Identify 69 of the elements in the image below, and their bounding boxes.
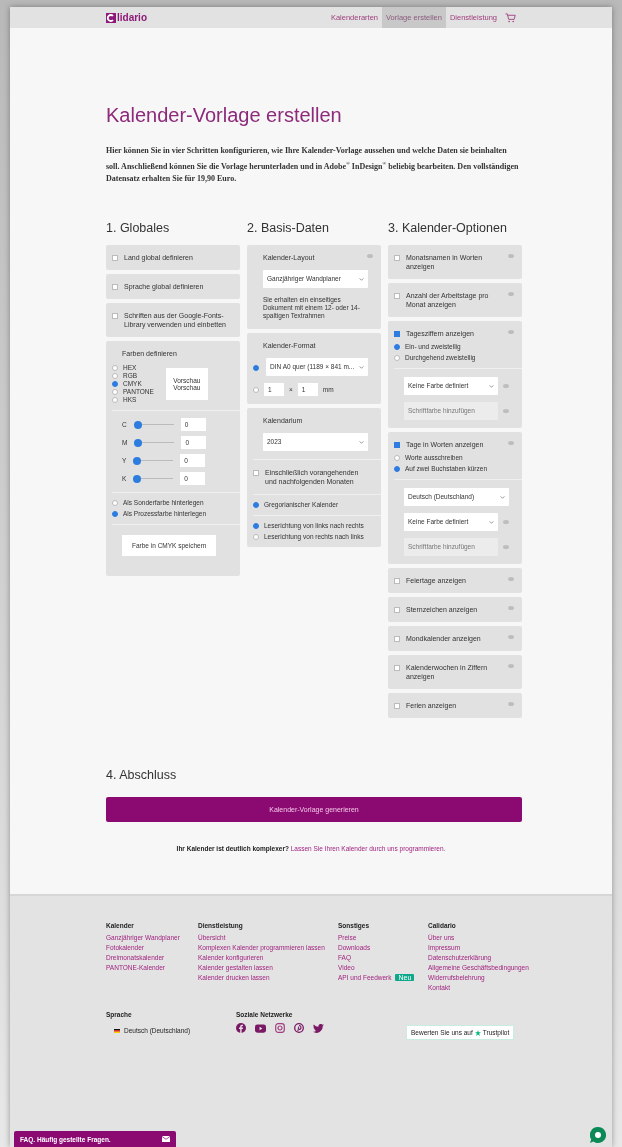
intro-text: Hier können Sie in vier Schritten konfigurieren, wie Ihre Kalender-Vorlage aussehen und welche Daten sie beinhalten soll. Anschließend können Sie die Vorlage herunterladen und in Adobe$^{®}$ InDesign$^{®}$ beliebig bearbeiten. Den vollständigen Datensatz erhalten Sie für 19,90 Euro. — [106, 145, 520, 185]
section-heading: 1. Globales — [106, 221, 171, 236]
chevron-icon — [359, 440, 364, 444]
radio-button[interactable] — [253, 387, 259, 394]
slider-thumb[interactable] — [133, 474, 142, 483]
checkbox[interactable] — [394, 635, 400, 642]
radio-button[interactable] — [394, 466, 400, 473]
eye-icon[interactable] — [508, 702, 514, 707]
eye-icon[interactable] — [508, 292, 514, 297]
radio-button[interactable] — [253, 364, 259, 371]
checkbox[interactable] — [394, 441, 400, 448]
eye-icon[interactable] — [508, 606, 514, 611]
pin-icon[interactable] — [294, 1023, 304, 1034]
eye-icon[interactable] — [367, 254, 373, 259]
eye-icon[interactable] — [508, 254, 514, 259]
slider-thumb[interactable] — [133, 420, 142, 429]
eye-icon[interactable] — [508, 330, 514, 335]
section-heading: 2. Basis-Daten — [247, 221, 330, 236]
radio-button[interactable] — [112, 381, 118, 388]
checkbox[interactable] — [394, 330, 400, 337]
brand-name[interactable]: lidario — [117, 12, 147, 23]
eye-icon[interactable] — [503, 520, 509, 525]
checkbox[interactable] — [394, 664, 400, 671]
eye-icon[interactable] — [508, 664, 514, 669]
eye-icon[interactable] — [508, 635, 514, 640]
checkbox[interactable] — [112, 283, 118, 290]
radio-button[interactable] — [394, 344, 400, 351]
logo-icon[interactable] — [106, 12, 116, 23]
mail-icon — [162, 1136, 170, 1142]
chevron-icon — [489, 520, 494, 524]
star-icon — [474, 1029, 481, 1036]
radio-button[interactable] — [253, 523, 259, 530]
slider-thumb[interactable] — [133, 456, 142, 465]
radio-button[interactable] — [112, 511, 118, 518]
eye-icon[interactable] — [508, 441, 514, 446]
checkbox[interactable] — [394, 254, 400, 261]
checkbox[interactable] — [394, 577, 400, 584]
chat-icon[interactable] — [590, 1127, 606, 1143]
checkbox[interactable] — [253, 469, 259, 476]
checkbox[interactable] — [394, 702, 400, 709]
checkbox[interactable] — [112, 312, 118, 319]
radio-button[interactable] — [253, 534, 259, 541]
checkbox[interactable] — [112, 254, 118, 261]
play-icon[interactable] — [255, 1023, 266, 1033]
chevron-icon — [500, 495, 505, 499]
eye-icon[interactable] — [508, 577, 514, 582]
bird-icon[interactable] — [313, 1023, 324, 1033]
radio-button[interactable] — [112, 500, 118, 507]
radio-button[interactable] — [112, 373, 118, 380]
chevron-icon — [359, 365, 364, 369]
radio-button[interactable] — [112, 397, 118, 404]
eye-icon[interactable] — [503, 384, 509, 389]
round-f-icon[interactable] — [236, 1023, 246, 1034]
chevron-icon — [489, 384, 494, 388]
radio-button[interactable] — [112, 365, 118, 372]
section-heading: 3. Kalender-Optionen — [388, 221, 508, 236]
radio-button[interactable] — [394, 455, 400, 462]
radio-button[interactable] — [253, 502, 259, 509]
camera-icon[interactable] — [275, 1023, 285, 1034]
checkbox[interactable] — [394, 606, 400, 613]
section-heading: 4. Abschluss — [106, 768, 178, 783]
radio-button[interactable] — [112, 389, 118, 396]
cart-icon[interactable] — [505, 12, 516, 23]
slider-thumb[interactable] — [134, 438, 143, 447]
flag-icon — [114, 1028, 120, 1033]
page-title: Kalender-Vorlage erstellen — [106, 104, 343, 127]
chevron-icon — [359, 277, 364, 281]
radio-button[interactable] — [394, 355, 400, 362]
checkbox[interactable] — [394, 292, 400, 299]
